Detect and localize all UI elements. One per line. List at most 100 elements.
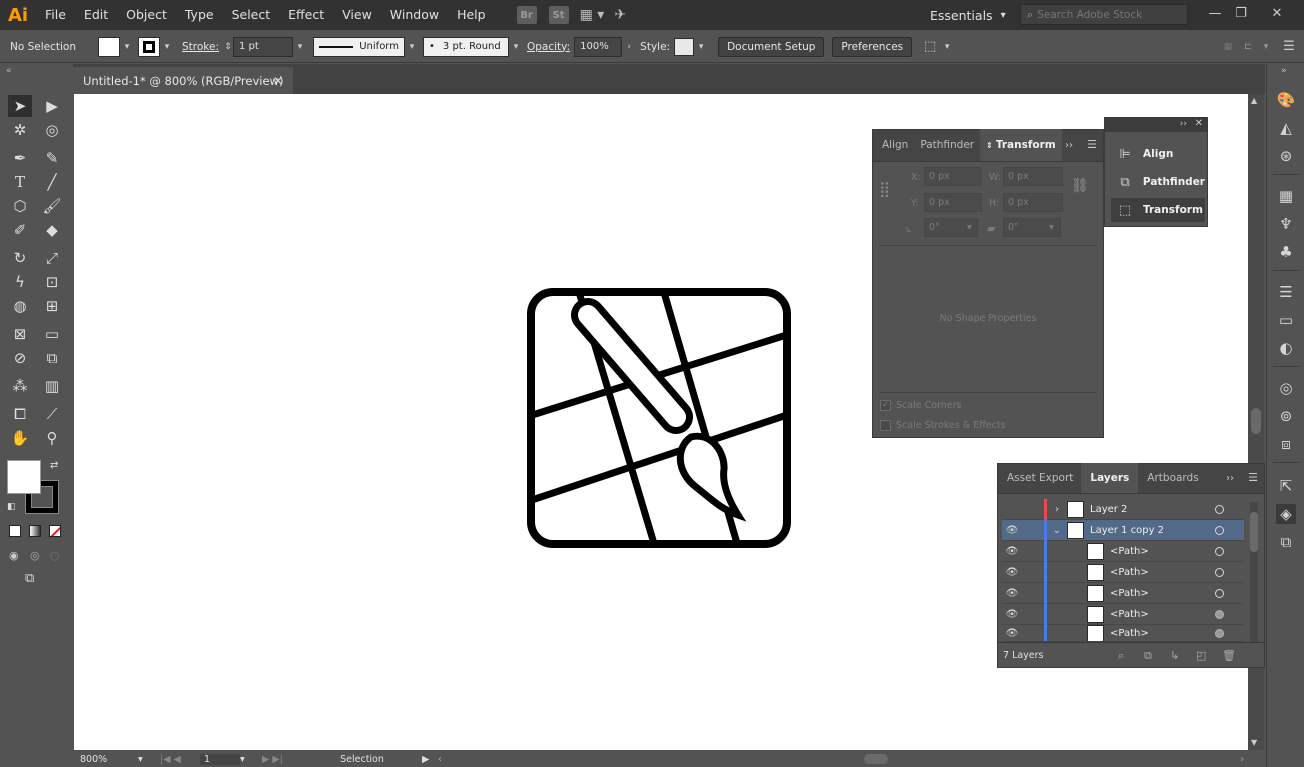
scroll-right-icon[interactable]: › <box>1240 754 1244 765</box>
artwork[interactable] <box>526 287 796 552</box>
panel-item-align[interactable]: ⊫ Align <box>1111 142 1205 166</box>
magic-wand-tool-icon[interactable]: ✲ <box>8 119 32 141</box>
document-tab[interactable]: Untitled-1* @ 800% (RGB/Preview) ✕ <box>73 67 293 94</box>
column-graph-tool-icon[interactable]: ▥ <box>40 375 64 397</box>
eye-icon[interactable]: 👁 <box>1002 546 1022 557</box>
appearance-icon[interactable]: ◎ <box>1276 378 1296 398</box>
zoom-tool-icon[interactable]: ⚲ <box>40 427 64 449</box>
gradient-panel-icon[interactable]: ▭ <box>1276 310 1296 330</box>
draw-inside-icon[interactable]: ◌ <box>50 549 60 562</box>
scale-strokes-checkbox[interactable] <box>880 420 891 431</box>
layer-row[interactable]: 👁 <Path> <box>1002 603 1244 625</box>
expand-panels-icon[interactable]: ›› <box>1180 119 1187 129</box>
blend-tool-icon[interactable]: ⧉ <box>40 347 64 369</box>
y-field[interactable]: 0 px <box>924 193 982 212</box>
vertical-scroll-thumb[interactable] <box>1251 408 1261 434</box>
layer-row[interactable]: 👁 ⌄ Layer 1 copy 2 <box>1002 519 1244 541</box>
variable-width-profile[interactable]: Uniform <box>313 36 405 57</box>
graphic-style-swatch[interactable] <box>674 37 695 56</box>
menu-file[interactable]: File <box>36 0 75 30</box>
none-mode-icon[interactable] <box>49 525 61 537</box>
artboard-dropdown-icon[interactable]: ▾ <box>240 754 254 765</box>
pen-tool-icon[interactable]: ✒ <box>8 147 32 169</box>
swap-colors-icon[interactable]: ⇄ <box>50 460 58 471</box>
menu-object[interactable]: Object <box>117 0 176 30</box>
panel-menu-icon[interactable]: ☰ <box>1248 471 1258 484</box>
layer-row[interactable]: 👁 <Path> <box>1002 582 1244 604</box>
zoom-dropdown-icon[interactable]: ▾ <box>138 754 152 765</box>
bridge-icon[interactable]: Br <box>516 6 537 24</box>
constrain-proportions-icon[interactable]: ⛓ <box>1071 178 1089 194</box>
reference-point-icon[interactable]: ⣿ <box>879 180 890 198</box>
eyedropper-tool-icon[interactable]: ⊘ <box>8 347 32 369</box>
lasso-tool-icon[interactable]: ◎ <box>40 119 64 141</box>
symbol-sprayer-tool-icon[interactable]: ⁂ <box>8 375 32 397</box>
tab-asset-export[interactable]: Asset Export <box>998 463 1081 493</box>
layer-row[interactable]: 👁 <Path> <box>1002 540 1244 562</box>
tab-artboards[interactable]: Artboards <box>1138 463 1207 493</box>
fill-swatch[interactable] <box>98 36 120 57</box>
close-icon[interactable]: ✕ <box>1195 118 1203 129</box>
menu-select[interactable]: Select <box>223 0 280 30</box>
gradient-mode-icon[interactable] <box>29 525 41 537</box>
style-dropdown-icon[interactable]: ▾ <box>694 37 708 57</box>
align-grid-icon[interactable]: ▦ <box>1218 37 1238 57</box>
symbols-icon[interactable]: ♣ <box>1276 242 1296 262</box>
workspace-switcher[interactable]: Essentials ▾ <box>922 5 1006 25</box>
layer-name[interactable]: Layer 1 copy 2 <box>1090 525 1164 536</box>
layer-row[interactable]: 👁 <Path> <box>1002 625 1244 642</box>
panel-expand-icon[interactable]: ›› <box>1226 473 1234 484</box>
opacity-field[interactable]: 100% <box>574 36 623 57</box>
stroke-weight-dropdown-icon[interactable]: ▾ <box>293 37 307 57</box>
expand-dock-icon[interactable]: » <box>1281 66 1287 76</box>
artboard-first-prev-icon[interactable]: |◀ ◀ <box>160 754 200 765</box>
fill-dropdown-icon[interactable]: ▾ <box>120 37 134 57</box>
menu-help[interactable]: Help <box>448 0 495 30</box>
curvature-tool-icon[interactable]: ✎ <box>40 147 64 169</box>
scroll-down-icon[interactable]: ▼ <box>1251 738 1257 747</box>
panel-item-transform[interactable]: ⬚ Transform <box>1111 198 1205 222</box>
artboard-number[interactable]: 1 <box>200 753 240 765</box>
draw-behind-icon[interactable]: ◎ <box>30 549 40 562</box>
swatches-icon[interactable]: ▦ <box>1276 186 1296 206</box>
eraser-tool-icon[interactable]: ◆ <box>40 219 64 241</box>
profile-dropdown-icon[interactable]: ▾ <box>405 37 419 57</box>
transparency-icon[interactable]: ◐ <box>1276 338 1296 358</box>
transform-options-icon[interactable]: ⬚ <box>920 37 940 57</box>
gpu-performance-icon[interactable]: ✈ <box>614 7 626 23</box>
stroke-label[interactable]: Stroke: <box>182 41 219 53</box>
libraries-icon[interactable]: ⧈ <box>1276 434 1296 454</box>
stroke-swatch[interactable] <box>138 36 160 57</box>
asset-export-icon[interactable]: ⇱ <box>1276 476 1296 496</box>
horizontal-scroll-thumb[interactable] <box>864 754 888 764</box>
menu-window[interactable]: Window <box>381 0 448 30</box>
artboard-tool-icon[interactable]: ⧠ <box>8 403 32 425</box>
panel-item-pathfinder[interactable]: ⧉ Pathfinder <box>1111 170 1205 194</box>
brushes-icon[interactable]: ♆ <box>1276 214 1296 234</box>
brush-definition[interactable]: • 3 pt. Round <box>423 36 509 57</box>
graphic-styles-icon[interactable]: ⊚ <box>1276 406 1296 426</box>
layer-name[interactable]: Layer 2 <box>1090 504 1127 515</box>
status-menu-icon[interactable]: ▶ <box>422 754 432 765</box>
stock-search-box[interactable]: ⌕ <box>1020 4 1188 25</box>
artboards-icon[interactable]: ⧉ <box>1276 532 1296 552</box>
collapsed-panel-header[interactable]: ›› ✕ <box>1105 118 1207 132</box>
preferences-button[interactable]: Preferences <box>832 36 913 57</box>
panel-menu-icon[interactable]: ☰ <box>1087 138 1097 151</box>
shear-dropdown-icon[interactable]: ▾ <box>1049 222 1054 233</box>
control-bar-menu-icon[interactable]: ☰ <box>1274 37 1304 57</box>
zoom-level[interactable]: 800% <box>74 754 138 765</box>
target-icon[interactable] <box>1215 609 1224 619</box>
layer-row[interactable]: 👁 <Path> <box>1002 561 1244 583</box>
collapse-toolbar-icon[interactable]: « <box>6 66 12 76</box>
restore-button[interactable]: ❐ <box>1226 2 1256 24</box>
perspective-grid-tool-icon[interactable]: ⊞ <box>40 295 64 317</box>
tab-layers[interactable]: Layers <box>1081 463 1139 493</box>
artboard-next-last-icon[interactable]: ▶ ▶| <box>262 754 302 765</box>
polygon-tool-icon[interactable]: ⬡ <box>8 195 32 217</box>
tab-transform[interactable]: ⇕ Transform <box>980 129 1062 161</box>
scale-tool-icon[interactable]: ⤢ <box>40 247 64 269</box>
shape-builder-tool-icon[interactable]: ◍ <box>8 295 32 317</box>
hand-tool-icon[interactable]: ✋ <box>8 427 32 449</box>
eye-icon[interactable]: 👁 <box>1002 525 1022 536</box>
